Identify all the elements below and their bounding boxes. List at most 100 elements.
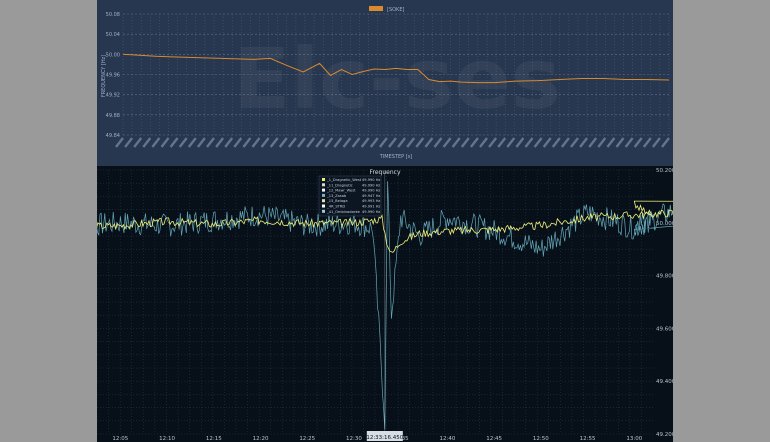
x-tick-label: 12:20 (253, 436, 269, 442)
x-tick-label (224, 137, 234, 148)
y-tick-label: 49.96 (106, 73, 120, 79)
x-tick-label (269, 137, 279, 148)
x-tick-label (360, 137, 370, 148)
x-tick-label (633, 137, 643, 148)
x-tick-label (169, 137, 179, 148)
x-tick-label (215, 137, 225, 148)
x-axis-label: TIMESTEP [s] (379, 154, 413, 160)
x-tick-label (506, 137, 516, 148)
x-tick-label (661, 137, 670, 148)
x-tick-label (160, 137, 170, 148)
x-tick-label: 12:05 (112, 436, 128, 442)
watermark-logo: Elc-ses (233, 30, 561, 128)
x-tick-label (597, 137, 607, 148)
x-tick-label (242, 137, 252, 148)
x-tick-label: 12:30 (346, 436, 362, 442)
x-tick-label (196, 137, 206, 148)
legend-label: [SOKE] (387, 7, 404, 13)
y-tick-label: 50.000 (656, 221, 673, 227)
x-tick-label: 12:45 (486, 436, 502, 442)
x-tick-label: 12:10 (159, 436, 175, 442)
cursor-time-text: 12:33:16.450 (366, 435, 403, 441)
legend-value: 49.990 Hz (362, 189, 380, 193)
x-tick-label (388, 137, 397, 148)
x-tick-label (233, 137, 243, 148)
legend-swatch (322, 178, 325, 181)
x-tick-label (606, 137, 616, 148)
x-tick-label (297, 137, 306, 148)
x-tick-label (351, 137, 361, 148)
x-tick-label (642, 137, 652, 148)
legend-swatch (369, 6, 383, 11)
top-frequency-chart: Elc-ses 50.08 50.04 50.00 49.96 49.92 49.88 49.… (101, 6, 670, 160)
legend-swatch (322, 209, 325, 213)
x-tick-label (406, 137, 416, 148)
legend-swatch (322, 193, 325, 197)
cursor-time-label: 12:33:16.450 (366, 431, 404, 441)
legend-swatch (322, 199, 325, 203)
legend-value: 49.993 Hz (362, 199, 380, 203)
x-tick-label (415, 137, 425, 148)
legend-label: _1_Dragnetic_West (326, 178, 362, 182)
x-tick-label (397, 137, 407, 148)
y-axis-label: FREQUENCY [Hz] (101, 55, 107, 97)
x-tick-label (469, 137, 479, 148)
x-tick-label (524, 137, 534, 148)
legend-label: _15_Belaga (326, 199, 348, 203)
legend-swatch (322, 183, 325, 187)
y-tick-label: 49.88 (106, 113, 120, 119)
x-tick-label (551, 137, 561, 148)
chart-title: Frequency (370, 169, 401, 176)
x-tick-label (588, 137, 598, 148)
x-tick-label (442, 137, 452, 148)
x-tick-label (378, 137, 388, 148)
x-tick-label (570, 137, 579, 148)
x-tick-label (206, 137, 215, 148)
x-tick-label (124, 137, 134, 148)
legend-label: _41_Ombinadzeke (326, 210, 361, 214)
x-tick-label (624, 137, 634, 148)
legend-value: 49.991 Hz (362, 205, 380, 209)
legend-swatch (322, 188, 325, 192)
y-tick-label: 49.800 (656, 274, 673, 280)
x-tick-label (342, 137, 352, 148)
x-tick-label (133, 137, 143, 148)
x-tick-label: 12:50 (533, 436, 549, 442)
x-tick-label (424, 137, 434, 148)
x-tick-label (187, 137, 197, 148)
x-tick-label (287, 137, 297, 148)
x-tick-label (560, 137, 570, 148)
legend: _1_Dragnetic_West 49.990 Hz_11_Dragnetic 4… (318, 175, 382, 217)
x-tick-label (151, 137, 161, 148)
legend-value: 49.990 Hz (362, 178, 380, 182)
legend-label: _11_Dragnetic (326, 183, 353, 187)
legend-value: 49.990 Hz (362, 210, 380, 214)
x-tick-label (324, 137, 334, 148)
legend-label: _12_Mawr_West (326, 189, 356, 193)
x-tick-label (178, 137, 188, 148)
x-tick-label: 13:00 (626, 436, 642, 442)
legend-value: 49.947 Hz (362, 194, 380, 198)
x-tick-label (115, 137, 124, 148)
y-tick-label: 49.92 (106, 93, 120, 99)
y-tick-label: 49.400 (656, 379, 673, 385)
legend-label: _4R_STRD (326, 205, 345, 209)
x-tick-label (251, 137, 261, 148)
x-tick-label (479, 137, 488, 148)
x-tick-label (278, 137, 288, 148)
x-tick-label (369, 137, 379, 148)
x-tick-label (615, 137, 625, 148)
legend-swatch (322, 204, 325, 208)
x-tick-label (460, 137, 470, 148)
x-tick-label (651, 137, 661, 148)
x-tick-label: 12:25 (299, 436, 315, 442)
legend-label: _13_Zasab (326, 194, 347, 198)
x-tick-label (306, 137, 316, 148)
y-tick-label: 50.08 (106, 12, 120, 18)
x-tick-label (515, 137, 525, 148)
y-tick-label: 49.200 (656, 432, 673, 438)
x-tick-label (533, 137, 543, 148)
x-tick-label (542, 137, 552, 148)
y-tick-label: 50.200 (656, 168, 673, 174)
x-tick-label (142, 137, 152, 148)
